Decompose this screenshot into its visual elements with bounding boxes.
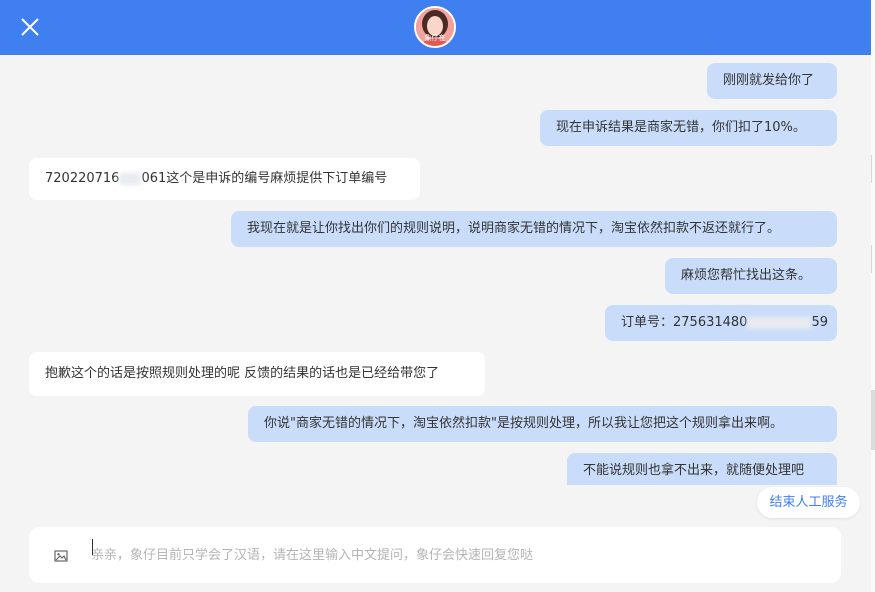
message-bubble-outgoing: 麻烦您帮忙找出这条。: [665, 258, 837, 294]
message-text: 订单号：275631480: [621, 315, 748, 330]
message-text: 抱歉这个的话是按照规则处理的呢 反馈的结果的话也是已经给带您了: [45, 366, 440, 381]
message-text: 720220716: [45, 171, 120, 186]
edge-divider: [871, 155, 875, 183]
message-text: 061这个是申诉的编号麻烦提供下订单编号: [141, 171, 388, 186]
avatar-label: 象仔在: [424, 34, 446, 42]
scrollbar-thumb[interactable]: [871, 390, 875, 450]
message-bubble-outgoing: 我现在就是让你找出你们的规则说明，说明商家无错的情况下，淘宝依然扣款不返还就行了…: [231, 211, 837, 247]
image-icon[interactable]: [54, 548, 68, 562]
message-bubble-incoming: 720220716 061这个是申诉的编号麻烦提供下订单编号: [29, 158, 420, 200]
message-composer: [29, 527, 841, 583]
message-text: 不能说规则也拿不出来，就随便处理吧: [583, 463, 805, 478]
message-input[interactable]: [91, 535, 821, 575]
redacted-text: [747, 316, 812, 329]
message-text: 你说"商家无错的情况下，淘宝依然扣款"是按规则处理，所以我让您把这个规则拿出来啊…: [264, 416, 783, 431]
end-human-service-button[interactable]: 结束人工服务: [757, 487, 860, 518]
message-text: 麻烦您帮忙找出这条。: [681, 268, 812, 283]
message-bubble-outgoing: 订单号：275631480 59: [605, 305, 837, 341]
agent-avatar: 象仔在: [414, 6, 456, 48]
text-caret: [92, 539, 93, 555]
message-bubble-outgoing: 你说"商家无错的情况下，淘宝依然扣款"是按规则处理，所以我让您把这个规则拿出来啊…: [248, 406, 837, 442]
message-bubble-outgoing: 刚刚就发给你了: [707, 63, 837, 99]
redacted-text: [119, 172, 142, 185]
message-bubble-outgoing: 现在申诉结果是商家无错，你们扣了10%。: [540, 110, 837, 146]
chat-header: 象仔在: [0, 0, 871, 55]
message-bubble-outgoing: 不能说规则也拿不出来，就随便处理吧: [567, 453, 837, 485]
close-icon[interactable]: [18, 15, 42, 39]
page-right-edge: [871, 0, 875, 592]
message-text: 59: [811, 315, 828, 330]
edge-divider: [871, 245, 875, 273]
message-text: 我现在就是让你找出你们的规则说明，说明商家无错的情况下，淘宝依然扣款不返还就行了…: [247, 221, 781, 236]
message-text: 现在申诉结果是商家无错，你们扣了10%。: [556, 120, 806, 135]
message-bubble-incoming: 抱歉这个的话是按照规则处理的呢 反馈的结果的话也是已经给带您了: [29, 352, 485, 396]
message-text: 刚刚就发给你了: [723, 73, 815, 88]
